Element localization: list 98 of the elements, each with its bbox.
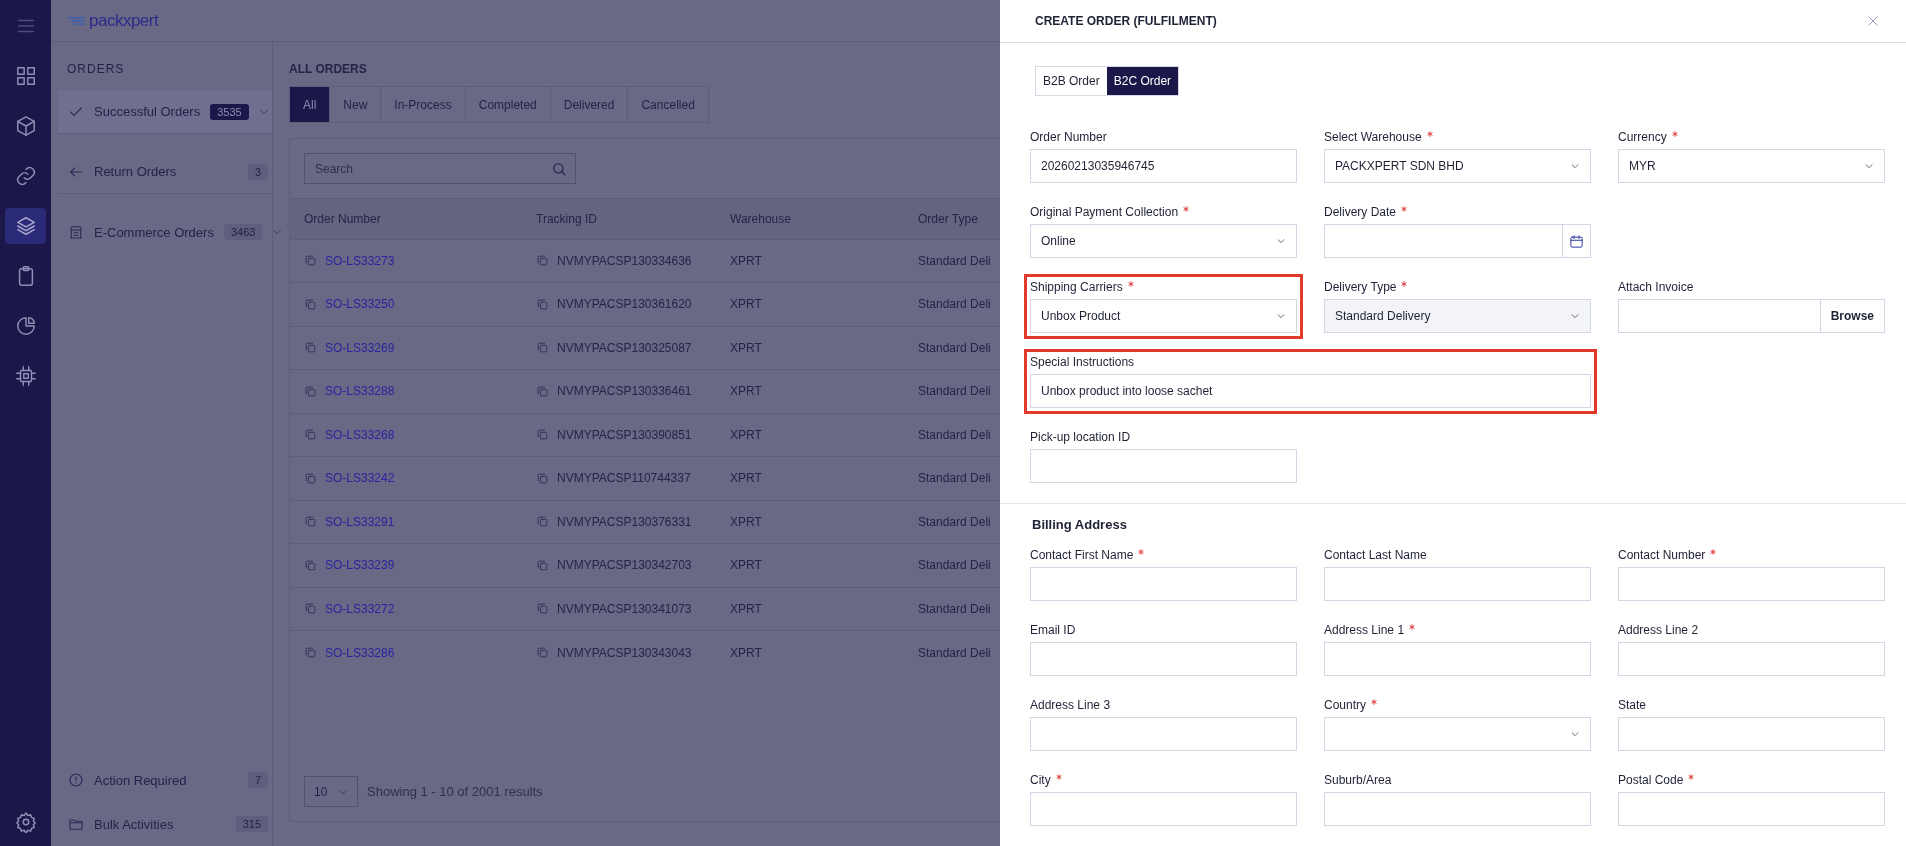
field-label: Delivery Date [1324,205,1397,219]
field-label: Suburb/Area [1324,773,1392,787]
column-header: Order Type [904,199,1000,239]
table-cell: NVMYPACSP130342703 [557,558,692,573]
select-field[interactable]: Unbox Product [1030,299,1297,333]
table-cell: XPRT [730,645,762,660]
count-badge: 315 [235,816,268,832]
field-label: Address Line 2 [1618,623,1699,637]
filter-tab[interactable]: New [330,87,382,122]
table-cell: NVMYPACSP130376331 [557,514,692,529]
table-cell: XPRT [730,601,762,616]
field-label: Original Payment Collection [1030,205,1179,219]
drawer-title: CREATE ORDER (FULFILMENT) [1035,14,1217,28]
column-header: Tracking ID [522,199,716,239]
field-label: Contact Number [1618,548,1706,562]
filter-tab[interactable]: Delivered [550,87,629,122]
section-title: Billing Address [1032,517,1128,532]
file-field[interactable]: Browse [1618,299,1885,333]
field-label: City [1030,773,1051,787]
order-link[interactable]: SO-LS33272 [325,601,395,616]
count-badge: 3 [247,163,268,180]
field-label: State [1618,698,1647,712]
table-cell: Standard Deli [918,471,991,486]
table-cell: Standard Deli [918,384,991,399]
field-label: Special Instructions [1030,355,1135,369]
sidebar-item[interactable]: E-Commerce Orders 3463 [58,210,272,254]
table-cell: Standard Deli [918,340,991,355]
field-label: Contact Last Name [1324,548,1427,562]
table-cell: Standard Deli [918,427,991,442]
field-label: Contact First Name [1030,548,1134,562]
order-link[interactable]: SO-LS33242 [325,471,395,486]
table-cell: NVMYPACSP110744337 [557,471,691,486]
table-cell: Standard Deli [918,558,991,573]
select-field[interactable]: Online [1030,224,1297,258]
field-label: Country [1324,698,1367,712]
filter-tab[interactable]: Cancelled [628,87,708,122]
table-cell: Standard Deli [918,514,991,529]
order-link[interactable]: SO-LS33239 [325,558,395,573]
column-header: Warehouse [716,199,904,239]
table-cell: XPRT [730,297,762,312]
count-badge: 3535 [210,103,249,120]
sidebar-item[interactable]: Successful Orders 3535 [58,90,272,134]
field-label: Order Number [1030,130,1107,144]
table-cell: NVMYPACSP130390851 [557,427,692,442]
table-cell: XPRT [730,471,762,486]
order-link[interactable]: SO-LS33291 [325,514,395,529]
order-link[interactable]: SO-LS33268 [325,427,395,442]
table-cell: NVMYPACSP130334636 [557,253,692,268]
field-label: Postal Code [1618,773,1684,787]
table-cell: NVMYPACSP130343043 [557,645,692,660]
field-label: Email ID [1030,623,1076,637]
results-summary: Showing 1 - 10 of 2001 results [367,784,543,799]
table-cell: XPRT [730,340,762,355]
table-cell: Standard Deli [918,601,991,616]
table-cell: Standard Deli [918,645,991,660]
order-link[interactable]: SO-LS33286 [325,645,395,660]
table-cell: XPRT [730,427,762,442]
table-cell: XPRT [730,514,762,529]
table-cell: NVMYPACSP130325087 [557,340,692,355]
order-link[interactable]: SO-LS33288 [325,384,395,399]
order-link[interactable]: SO-LS33250 [325,297,395,312]
field-label: Delivery Type [1324,280,1397,294]
order-link[interactable]: SO-LS33273 [325,253,395,268]
field-label: Address Line 1 [1324,623,1405,637]
section-title: ORDERS [66,62,126,76]
page-size-select[interactable]: 10 [304,776,358,807]
filter-tab[interactable]: In-Process [381,87,466,122]
order-type-tab[interactable]: B2C Order [1106,67,1179,95]
count-badge: 7 [247,772,268,788]
sidebar-item[interactable]: Action Required 7 [58,758,272,802]
table-cell: XPRT [730,558,762,573]
table-cell: XPRT [730,253,762,268]
logo-text: packxpert [89,10,159,31]
column-header: Order Number [290,199,522,239]
filter-tab[interactable]: All [290,87,331,122]
field-label: Shipping Carriers [1030,280,1123,294]
field-label: Pick-up location ID [1030,430,1131,444]
table-cell: NVMYPACSP130336461 [557,384,692,399]
count-badge: 3463 [223,224,263,240]
field-label: Currency [1618,130,1667,144]
field-label: Attach Invoice [1618,280,1694,294]
order-link[interactable]: SO-LS33269 [325,340,395,355]
table-cell: XPRT [730,384,762,399]
text-field[interactable]: 20260213035946745 [1030,149,1297,183]
table-cell: Standard Deli [918,297,991,312]
select-field[interactable]: MYR [1618,149,1885,183]
sidebar-item[interactable]: Bulk Activities 315 [58,802,272,846]
table-cell: NVMYPACSP130361620 [557,297,692,312]
page-title: ALL ORDERS [289,62,368,76]
search-field[interactable]: Search [304,153,576,184]
field-label: Select Warehouse [1324,130,1422,144]
field-label: Address Line 3 [1030,698,1111,712]
table-cell: NVMYPACSP130341073 [557,601,692,616]
sidebar-item[interactable]: Return Orders 3 [58,150,272,194]
text-field[interactable]: Unbox product into loose sachet [1030,374,1591,408]
filter-tab[interactable]: Completed [465,87,551,122]
select-field[interactable]: PACKXPERT SDN BHD [1324,149,1591,183]
table-cell: Standard Deli [918,253,991,268]
